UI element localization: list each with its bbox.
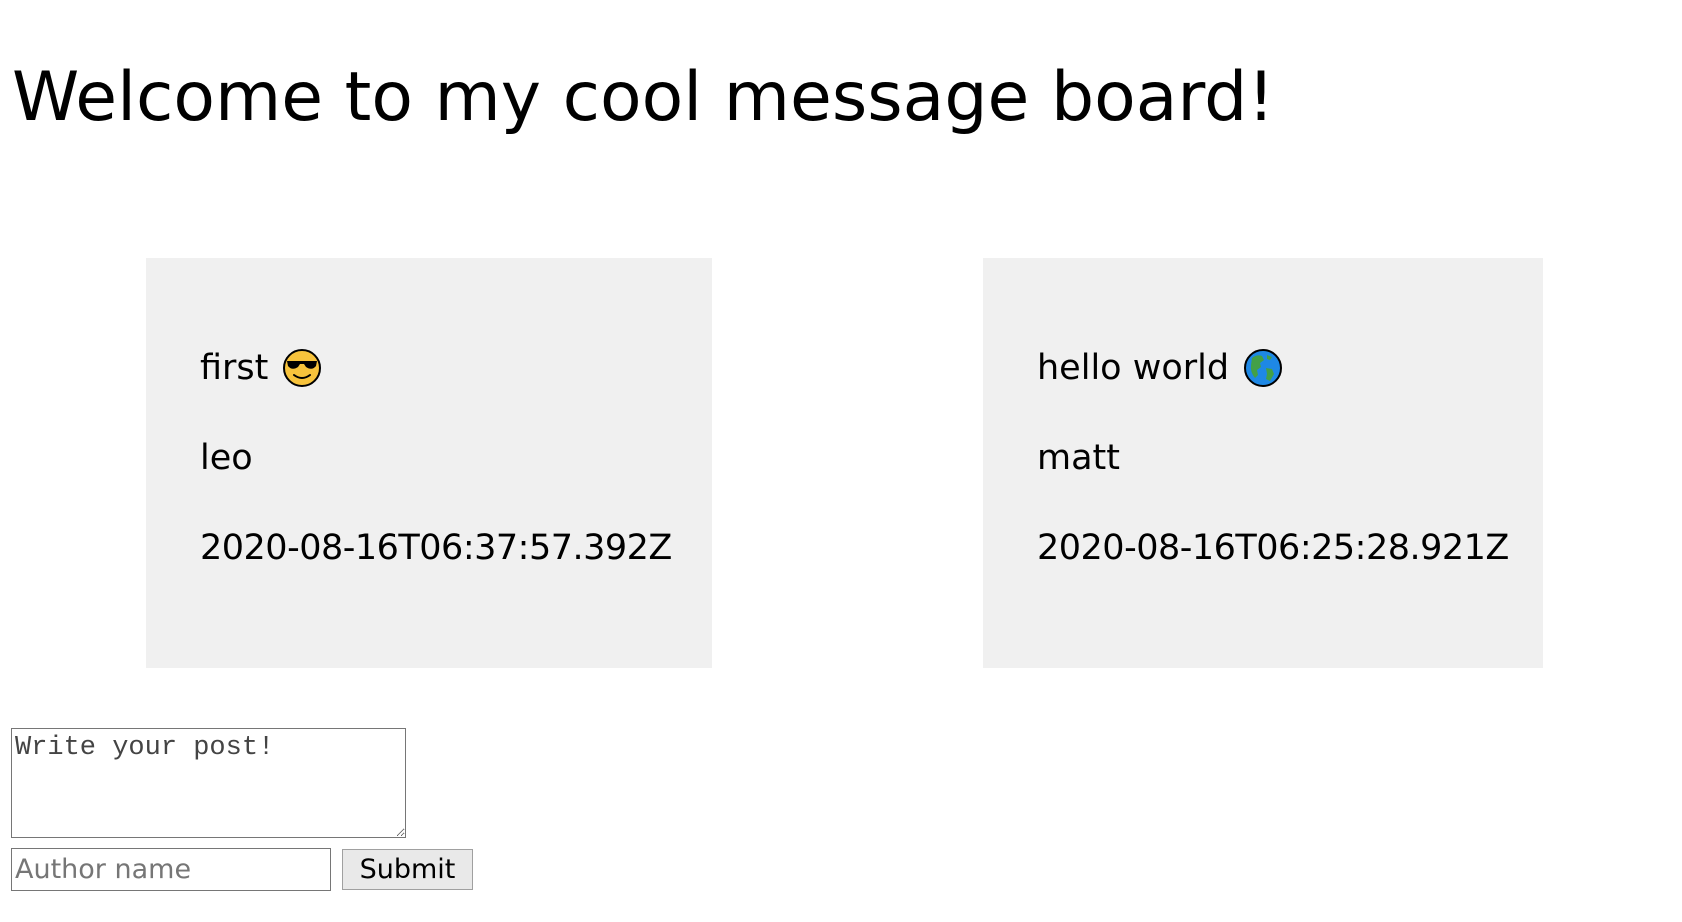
post-text: first: [200, 348, 269, 388]
post-text: hello world: [1037, 348, 1230, 388]
author-name-input[interactable]: [11, 848, 331, 891]
post-timestamp: 2020-08-16T06:37:57.392Z: [200, 528, 672, 568]
post-card: first leo 2020-08-16T06:37:57.392Z: [146, 258, 712, 668]
post-text-row: first: [200, 346, 712, 390]
page-title: Welcome to my cool message board!: [12, 58, 1275, 137]
post-list: first leo 2020-08-16T06:37:57.392Z hello…: [0, 258, 1682, 668]
post-author: matt: [1037, 438, 1120, 478]
sunglasses-face-icon: [283, 349, 322, 387]
globe-americas-icon: [1244, 349, 1283, 387]
post-text-row: hello world: [1037, 346, 1543, 390]
submit-button[interactable]: Submit: [342, 849, 473, 890]
post-textarea[interactable]: [11, 728, 406, 838]
post-timestamp: 2020-08-16T06:25:28.921Z: [1037, 528, 1509, 568]
post-author: leo: [200, 438, 253, 478]
post-card: hello world matt 2020-08-16T06:25:28.921…: [983, 258, 1543, 668]
